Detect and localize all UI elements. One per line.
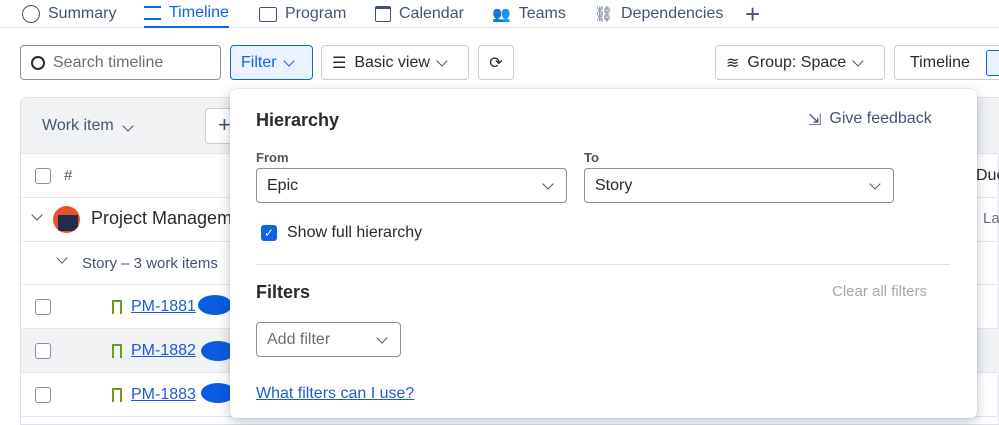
chevron-down-icon <box>869 177 881 190</box>
row-checkbox[interactable] <box>35 299 51 315</box>
story-icon <box>112 300 122 314</box>
tab-calendar[interactable]: Calendar <box>375 0 464 28</box>
filters-help-link[interactable]: What filters can I use? <box>256 385 414 403</box>
chevron-down-icon <box>376 331 388 344</box>
tab-program[interactable]: Program <box>259 0 346 28</box>
show-full-hierarchy-checkbox[interactable]: ✓ <box>261 225 277 241</box>
project-avatar <box>53 206 80 233</box>
work-item-dropdown[interactable]: Work item <box>42 117 134 135</box>
columns-icon <box>259 6 277 22</box>
divider <box>256 264 950 265</box>
from-select[interactable]: Epic <box>256 168 567 203</box>
chevron-down-icon[interactable] <box>31 209 43 221</box>
redaction-mark <box>198 295 232 315</box>
row-checkbox[interactable] <box>35 343 51 359</box>
work-item-link[interactable]: PM-1882 <box>131 342 196 360</box>
row-checkbox[interactable] <box>35 387 51 403</box>
chevron-down-icon <box>282 54 295 67</box>
tab-summary[interactable]: Summary <box>22 0 116 28</box>
tab-bar: Summary Timeline Program Calendar 👥 Teams… <box>0 0 999 29</box>
chevron-down-icon <box>542 177 554 190</box>
refresh-button[interactable]: ⟳ <box>478 45 514 80</box>
chevron-down-icon <box>852 54 864 67</box>
group-by-button[interactable]: ≋ Group: Space <box>715 45 885 80</box>
tab-dependencies[interactable]: ⛓ Dependencies <box>594 0 723 28</box>
feedback-icon: ⇲ <box>808 112 822 129</box>
select-all-checkbox[interactable] <box>35 168 51 184</box>
chevron-down-icon <box>436 54 448 67</box>
basic-view-button[interactable]: ☰ Basic view <box>321 45 469 80</box>
tab-teams[interactable]: 👥 Teams <box>492 0 566 28</box>
search-icon <box>31 55 45 70</box>
calendar-icon <box>375 6 391 22</box>
story-icon <box>112 344 122 358</box>
globe-icon <box>22 5 40 23</box>
add-tab-button[interactable]: + <box>745 0 761 29</box>
layers-icon: ≋ <box>726 54 740 72</box>
lines-icon: ☰ <box>332 54 347 72</box>
work-item-link[interactable]: PM-1881 <box>131 298 196 316</box>
work-item-link[interactable]: PM-1883 <box>131 386 196 404</box>
chevron-down-icon <box>122 120 134 132</box>
view-toggle[interactable]: Timeline <box>894 45 999 80</box>
add-filter-select[interactable]: Add filter <box>256 322 401 357</box>
dependencies-icon: ⛓ <box>594 6 614 23</box>
search-input[interactable]: Search timeline <box>20 45 221 80</box>
filter-popover: Hierarchy ⇲ Give feedback From Epic To St… <box>230 89 977 418</box>
story-icon <box>112 388 122 402</box>
filter-button[interactable]: Filter <box>230 45 313 80</box>
refresh-icon: ⟳ <box>489 54 503 72</box>
chevron-down-icon[interactable] <box>56 252 68 264</box>
give-feedback-button[interactable]: ⇲ Give feedback <box>808 110 932 130</box>
people-icon: 👥 <box>492 6 511 23</box>
due-column-header[interactable]: Due <box>976 167 999 185</box>
tab-timeline[interactable]: Timeline <box>144 0 229 28</box>
plus-icon: + <box>745 0 761 29</box>
to-select[interactable]: Story <box>584 168 894 203</box>
clear-all-filters-button[interactable]: Clear all filters <box>832 283 927 300</box>
timeline-icon <box>144 6 161 20</box>
view-option[interactable] <box>986 50 999 76</box>
